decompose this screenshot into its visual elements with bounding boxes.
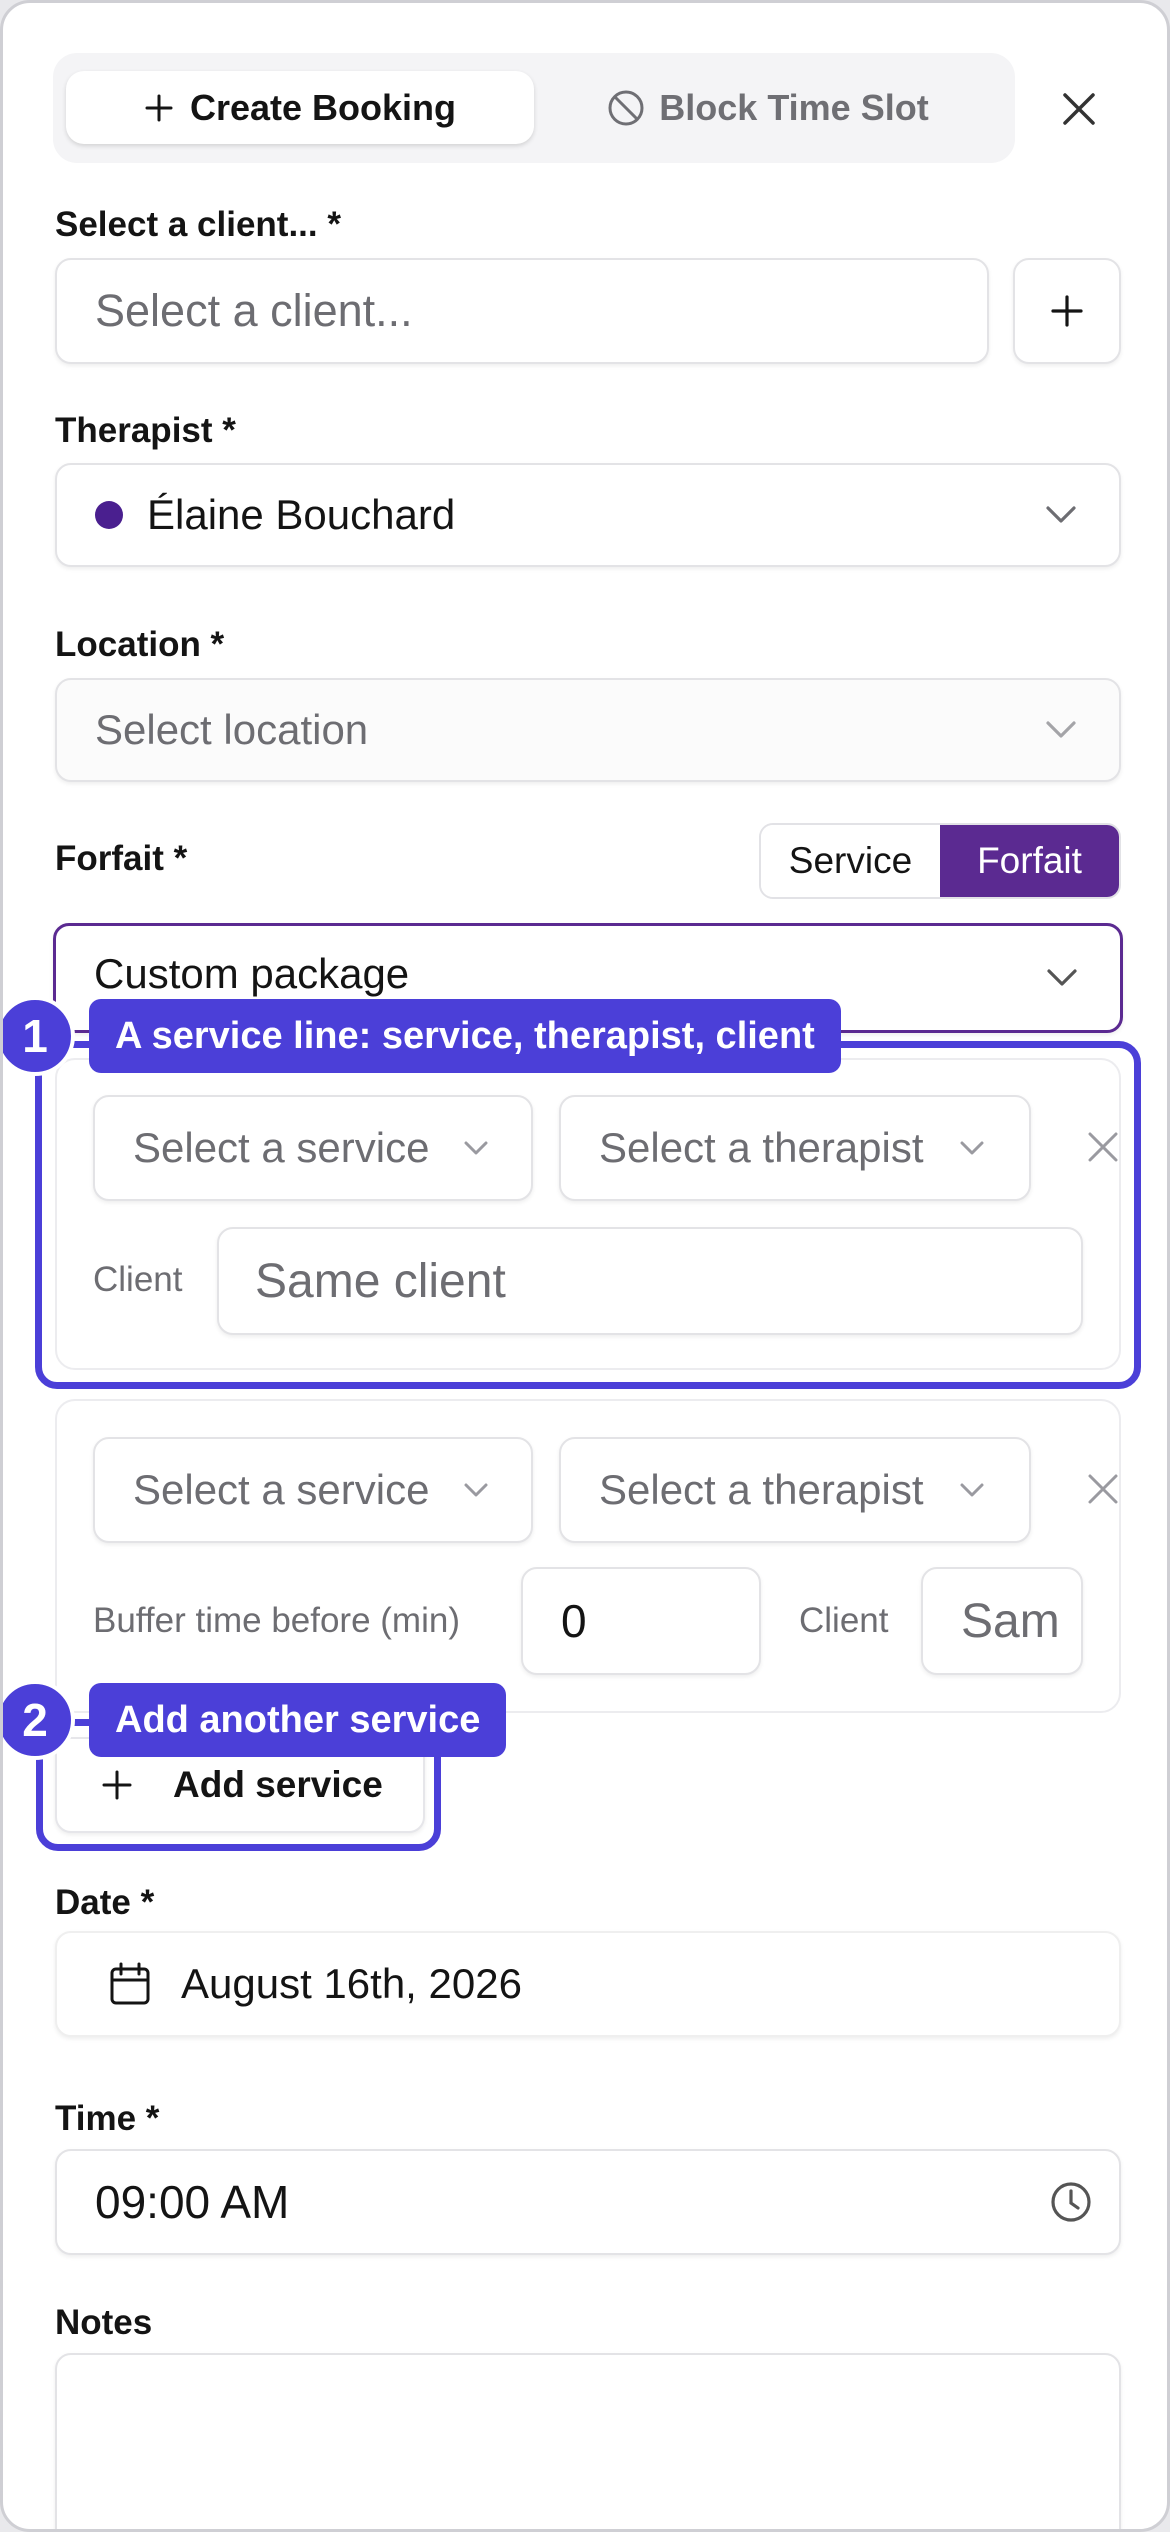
service-forfait-toggle: Service Forfait [759, 823, 1121, 899]
line-client-input[interactable]: Sam [921, 1567, 1083, 1675]
location-select[interactable]: Select location [55, 678, 1121, 782]
toggle-forfait[interactable]: Forfait [940, 825, 1119, 897]
date-label: Date * [55, 1883, 155, 1922]
date-value: August 16th, 2026 [181, 1960, 522, 2007]
tab-create-booking[interactable]: Create Booking [66, 71, 534, 144]
booking-dialog: Create Booking Block Time Slot Select a … [0, 0, 1170, 2532]
service-select-placeholder: Select a service [133, 1466, 430, 1513]
ban-icon [608, 90, 644, 125]
therapist-color-dot [95, 501, 123, 529]
time-input[interactable]: 09:00 AM [55, 2149, 1121, 2255]
notes-textarea[interactable] [55, 2353, 1121, 2529]
time-label: Time * [55, 2099, 160, 2138]
buffer-time-label: Buffer time before (min) [93, 1601, 460, 1640]
location-label: Location * [55, 625, 225, 664]
therapist-line-select[interactable]: Select a therapist [559, 1437, 1031, 1543]
therapist-select[interactable]: Élaine Bouchard [55, 463, 1121, 567]
buffer-time-value: 0 [561, 1595, 587, 1647]
plus-icon [1051, 295, 1083, 327]
close-icon [1088, 1474, 1118, 1504]
line-client-placeholder: Sam [961, 1594, 1060, 1648]
chevron-down-icon [960, 1483, 984, 1497]
annotation-1-highlight [35, 1041, 1141, 1389]
package-select-value: Custom package [94, 950, 410, 997]
buffer-time-input[interactable]: 0 [521, 1567, 761, 1675]
chevron-down-icon [464, 1483, 488, 1497]
close-icon [1063, 93, 1095, 125]
service-select[interactable]: Select a service [93, 1437, 533, 1543]
tab-create-booking-label: Create Booking [189, 86, 457, 128]
tab-block-time-slot[interactable]: Block Time Slot [534, 71, 1002, 144]
client-select[interactable]: Select a client... [55, 258, 989, 364]
tab-block-time-slot-label: Block Time Slot [659, 86, 929, 128]
plus-icon [145, 94, 173, 121]
chevron-down-icon [1047, 969, 1077, 986]
calendar-icon [110, 1962, 150, 2005]
therapist-line-select-placeholder: Select a therapist [599, 1466, 924, 1513]
add-client-button[interactable] [1013, 258, 1121, 364]
line-client-label: Client [799, 1601, 889, 1640]
chevron-down-icon [1046, 506, 1076, 523]
therapist-label: Therapist * [55, 411, 236, 450]
annotation-2-label: Add another service [89, 1683, 507, 1757]
notes-label: Notes [55, 2303, 153, 2342]
client-label: Select a client... * [55, 205, 341, 244]
date-picker[interactable]: August 16th, 2026 [55, 1931, 1121, 2037]
location-select-placeholder: Select location [95, 706, 369, 753]
therapist-select-value: Élaine Bouchard [147, 491, 456, 538]
toggle-service[interactable]: Service [761, 825, 940, 897]
close-button[interactable] [1051, 81, 1107, 137]
chevron-down-icon [1046, 721, 1076, 738]
annotation-1-label: A service line: service, therapist, clie… [89, 999, 841, 1073]
forfait-label: Forfait * [55, 839, 188, 878]
time-value: 09:00 AM [95, 2176, 290, 2228]
clock-icon[interactable] [1049, 2180, 1093, 2224]
remove-service-line-button[interactable] [1085, 1471, 1121, 1512]
client-select-placeholder: Select a client... [95, 285, 413, 336]
